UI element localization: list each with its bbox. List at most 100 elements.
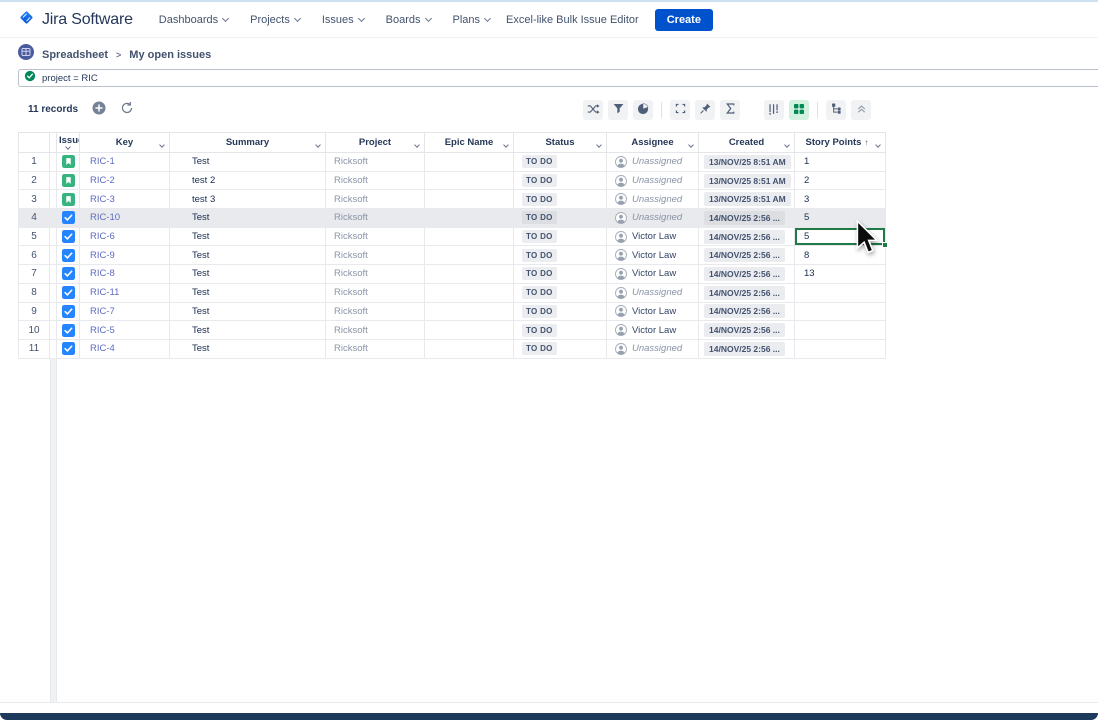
issue-key-link[interactable]: RIC-2 [80,175,115,186]
row-number[interactable]: 2 [18,172,50,191]
issue-type-cell[interactable] [57,284,80,303]
fill-handle[interactable] [882,242,888,248]
key-cell[interactable]: RIC-1 [80,153,170,172]
summary-cell[interactable]: test 2 [170,172,326,191]
row-number[interactable]: 5 [18,228,50,247]
summary-cell[interactable]: Test [170,340,326,359]
key-cell[interactable]: RIC-9 [80,246,170,265]
key-cell[interactable]: RIC-3 [80,190,170,209]
story-points-cell[interactable]: 3 [795,190,886,209]
epic-name-cell[interactable] [425,190,514,209]
filter-button[interactable] [608,100,628,120]
issue-type-cell[interactable] [57,228,80,247]
created-cell[interactable]: 14/NOV/25 2:56 ... [699,265,795,284]
epic-name-cell[interactable] [425,228,514,247]
created-cell[interactable]: 13/NOV/25 8:51 AM [699,172,795,191]
collapse-button[interactable] [851,100,871,120]
created-cell[interactable]: 14/NOV/25 2:56 ... [699,284,795,303]
issue-key-link[interactable]: RIC-4 [80,343,115,354]
row-number[interactable]: 10 [18,321,50,340]
status-cell[interactable]: TO DO [514,265,607,284]
created-cell[interactable]: 13/NOV/25 8:51 AM [699,153,795,172]
column-header-status[interactable]: Status [514,132,607,153]
issue-type-cell[interactable] [57,153,80,172]
project-cell[interactable]: Ricksoft [326,153,425,172]
shuffle-button[interactable] [583,100,603,120]
summary-cell[interactable]: Test [170,284,326,303]
column-header-project[interactable]: Project [326,132,425,153]
assignee-cell[interactable]: Victor Law [607,246,699,265]
summary-cell[interactable]: Test [170,246,326,265]
assignee-cell[interactable]: Victor Law [607,265,699,284]
pin-button[interactable] [695,100,715,120]
key-cell[interactable]: RIC-2 [80,172,170,191]
grid-view-button[interactable] [789,100,809,120]
row-number[interactable]: 3 [18,190,50,209]
key-cell[interactable]: RIC-7 [80,303,170,322]
assignee-cell[interactable]: Unassigned [607,172,699,191]
column-header-summary[interactable]: Summary [170,132,326,153]
row-number[interactable]: 7 [18,265,50,284]
status-cell[interactable]: TO DO [514,321,607,340]
nav-item-projects[interactable]: Projects [250,14,300,26]
row-number[interactable]: 6 [18,246,50,265]
issue-type-cell[interactable] [57,246,80,265]
assignee-cell[interactable]: Victor Law [607,321,699,340]
status-cell[interactable]: TO DO [514,303,607,322]
create-button[interactable]: Create [655,9,713,31]
project-cell[interactable]: Ricksoft [326,172,425,191]
epic-name-cell[interactable] [425,209,514,228]
status-cell[interactable]: TO DO [514,340,607,359]
issue-key-link[interactable]: RIC-5 [80,325,115,336]
summary-cell[interactable]: test 3 [170,190,326,209]
column-header-key[interactable]: Key [80,132,170,153]
nav-item-issues[interactable]: Issues [322,14,364,26]
key-cell[interactable]: RIC-5 [80,321,170,340]
app-link-bulk-editor[interactable]: Excel-like Bulk Issue Editor [506,14,639,26]
issue-key-link[interactable]: RIC-3 [80,194,115,205]
summary-cell[interactable]: Test [170,153,326,172]
status-cell[interactable]: TO DO [514,284,607,303]
project-cell[interactable]: Ricksoft [326,284,425,303]
story-points-cell[interactable] [795,284,886,303]
issue-type-cell[interactable] [57,190,80,209]
column-menu-chevron-icon[interactable] [784,142,790,148]
created-cell[interactable]: 14/NOV/25 2:56 ... [699,321,795,340]
project-cell[interactable]: Ricksoft [326,303,425,322]
status-cell[interactable]: TO DO [514,246,607,265]
epic-name-cell[interactable] [425,246,514,265]
column-header-issue-type[interactable]: Issue Type [57,132,80,153]
issue-type-cell[interactable] [57,209,80,228]
epic-name-cell[interactable] [425,153,514,172]
breadcrumb-page-link[interactable]: My open issues [129,49,211,61]
column-menu-chevron-icon[interactable] [596,142,602,148]
row-number[interactable]: 9 [18,303,50,322]
nav-item-plans[interactable]: Plans [453,14,491,26]
created-cell[interactable]: 14/NOV/25 2:56 ... [699,209,795,228]
row-number[interactable]: 11 [18,340,50,359]
column-header-assignee[interactable]: Assignee [607,132,699,153]
status-cell[interactable]: TO DO [514,228,607,247]
assignee-cell[interactable]: Unassigned [607,340,699,359]
story-points-cell[interactable] [795,321,886,340]
status-cell[interactable]: TO DO [514,209,607,228]
project-cell[interactable]: Ricksoft [326,228,425,247]
project-cell[interactable]: Ricksoft [326,321,425,340]
status-cell[interactable]: TO DO [514,172,607,191]
summary-cell[interactable]: Test [170,209,326,228]
nav-item-boards[interactable]: Boards [386,14,431,26]
summary-cell[interactable]: Test [170,321,326,340]
issue-key-link[interactable]: RIC-1 [80,156,115,167]
row-number[interactable]: 1 [18,153,50,172]
nav-item-dashboards[interactable]: Dashboards [159,14,228,26]
sum-button[interactable] [720,100,740,120]
story-points-cell[interactable]: 13 [795,265,886,284]
project-cell[interactable]: Ricksoft [326,246,425,265]
issue-key-link[interactable]: RIC-8 [80,268,115,279]
jira-logo[interactable]: Jira Software [18,9,133,31]
column-settings-button[interactable] [764,100,784,120]
assignee-cell[interactable]: Unassigned [607,190,699,209]
summary-cell[interactable]: Test [170,228,326,247]
created-cell[interactable]: 14/NOV/25 2:56 ... [699,340,795,359]
project-cell[interactable]: Ricksoft [326,209,425,228]
